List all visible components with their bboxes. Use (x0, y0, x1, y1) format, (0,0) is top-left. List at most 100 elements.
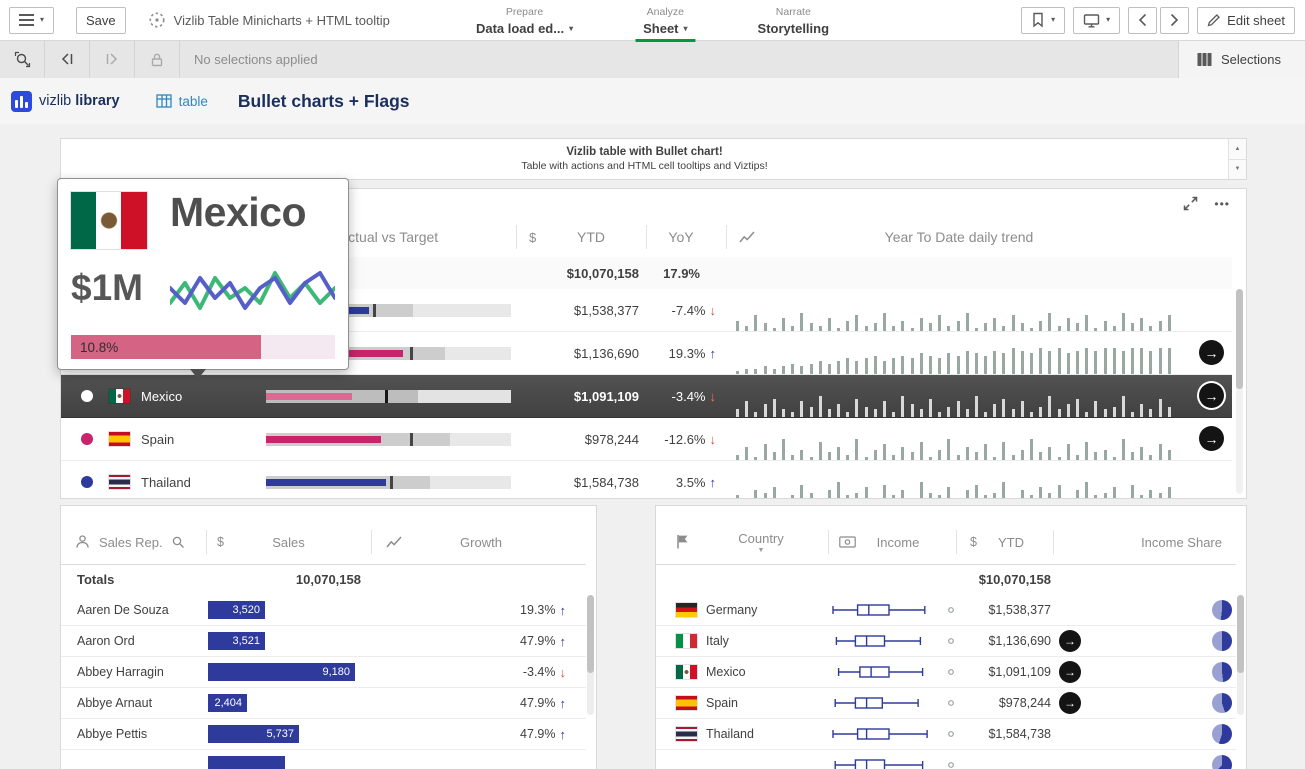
scrollbar-thumb[interactable] (1236, 289, 1243, 389)
yoy-down-arrow-icon: ↓ (710, 432, 717, 447)
scroll-up-icon[interactable]: ▲ (1229, 139, 1246, 160)
column-header-income-share[interactable]: Income Share (1056, 520, 1222, 564)
income-share-donut (1212, 631, 1232, 651)
yoy-value: 3.5%↑ (631, 461, 716, 498)
sales-rep-name: Abbye Arnaut (77, 688, 152, 718)
row-dot (81, 433, 93, 445)
column-header-trend[interactable]: Year To Date daily trend (726, 217, 1192, 257)
sales-rep-row[interactable]: Aaren De Souza3,52019.3%↑ (61, 595, 586, 626)
country-row[interactable]: Thailand$1,584,7383.5%↑ (61, 461, 1232, 498)
next-sheet-button[interactable] (1160, 7, 1189, 34)
lock-selections-icon[interactable] (135, 40, 180, 78)
step-forward-icon[interactable] (90, 40, 135, 78)
totals-ytd-value: $10,070,158 (946, 564, 1051, 595)
country-row[interactable]: Spain$978,244→ (656, 688, 1236, 719)
country-row[interactable]: Thailand$1,584,738 (656, 719, 1236, 750)
scrollbar-thumb[interactable] (587, 595, 594, 673)
column-header-sales[interactable]: Sales (206, 520, 371, 564)
selections-message: No selections applied (194, 52, 318, 67)
save-button[interactable]: Save (76, 7, 126, 34)
country-row[interactable]: Italy$1,136,690→ (656, 626, 1236, 657)
global-menu-button[interactable]: ▾ (9, 7, 54, 34)
tooltip-share-label: 10.8% (80, 335, 118, 359)
column-header-country[interactable]: Country ▼ (711, 520, 811, 564)
pencil-icon (1207, 13, 1221, 27)
previous-sheet-button[interactable] (1128, 7, 1157, 34)
app-icon (148, 11, 166, 29)
row-action-button[interactable]: → (1059, 630, 1081, 652)
sheet-title: Bullet charts + Flags (238, 91, 410, 112)
country-income-table-panel: Country ▼ Income $ YTD Income Share $10,… (655, 505, 1247, 769)
sales-bar: 3,521 (208, 632, 265, 650)
scrollbar-thumb[interactable] (1237, 595, 1244, 673)
row-action-button[interactable]: → (1199, 383, 1224, 408)
row-action-button[interactable]: → (1059, 661, 1081, 683)
column-header-yoy[interactable]: YoY (646, 217, 716, 257)
growth-up-arrow-icon: ↑ (560, 727, 567, 742)
sales-table-scrollbar[interactable] (587, 595, 594, 715)
caret-down-icon: ▾ (40, 16, 44, 24)
country-row[interactable]: Mexico$1,091,109-3.4%↓→ (61, 375, 1232, 418)
country-row[interactable]: Spain$978,244-12.6%↓→ (61, 418, 1232, 461)
scroll-down-icon[interactable]: ▼ (1229, 160, 1246, 180)
column-header-ytd[interactable]: YTD (966, 520, 1056, 564)
bookmarks-button[interactable]: ▾ (1021, 7, 1065, 34)
income-share-donut (1212, 724, 1232, 744)
sales-bar: 3,520 (208, 601, 265, 619)
sales-bar: 9,180 (208, 663, 355, 681)
app-identity[interactable]: Vizlib Table Minicharts + HTML tooltip (148, 11, 390, 29)
column-header-ytd[interactable]: YTD (541, 217, 641, 257)
selections-tool-button[interactable]: Selections (1178, 40, 1305, 78)
options-menu-icon[interactable]: ••• (1214, 197, 1230, 211)
country-name: Thailand (141, 461, 191, 498)
tooltip-pointer (190, 369, 206, 379)
income-table-totals-row: $10,070,158 (656, 564, 1236, 596)
row-action-button[interactable]: → (1199, 426, 1224, 451)
main-table-scrollbar[interactable] (1236, 289, 1243, 494)
edit-sheet-button[interactable]: Edit sheet (1197, 7, 1295, 34)
nav-narrate[interactable]: Narrate Storytelling (750, 0, 838, 42)
row-action-button[interactable]: → (1199, 340, 1224, 365)
fullscreen-expand-icon[interactable] (1183, 196, 1198, 211)
selections-tool-label: Selections (1221, 52, 1281, 67)
income-boxplot (829, 695, 957, 714)
sales-rep-row[interactable] (61, 750, 586, 769)
column-header-growth[interactable]: Growth (391, 520, 571, 564)
column-header-sales-rep[interactable]: Sales Rep. (99, 520, 163, 564)
nav-analyze[interactable]: Analyze Sheet▾ (635, 0, 695, 42)
step-back-icon[interactable] (45, 40, 90, 78)
bullet-chart (266, 476, 511, 489)
vizlib-library-brand[interactable]: vizlib library (11, 91, 120, 112)
qlik-sense-window: ▾ Save Vizlib Table Minicharts + HTML to… (0, 0, 1305, 769)
country-row[interactable]: Germany$1,538,377 (656, 595, 1236, 626)
thailand-flag-icon (676, 727, 697, 741)
sheets-button[interactable]: ▾ (1073, 7, 1120, 34)
trend-minichart (736, 289, 1171, 338)
column-header-income[interactable]: Income (828, 520, 968, 564)
nav-prepare[interactable]: Prepare Data load ed...▾ (468, 0, 581, 42)
sales-rep-name: Abbey Harragin (77, 657, 164, 687)
country-header-label: Country (738, 531, 784, 546)
row-action-button[interactable]: → (1059, 692, 1081, 714)
income-table-scrollbar[interactable] (1237, 595, 1244, 715)
sales-rep-row[interactable]: Aaron Ord3,52147.9%↑ (61, 626, 586, 657)
tab-table[interactable]: table (156, 94, 208, 109)
sales-rep-row[interactable]: Abbey Harragin9,180-3.4%↓ (61, 657, 586, 688)
column-divider (371, 530, 372, 554)
smart-search-icon[interactable] (0, 40, 45, 78)
person-icon (75, 534, 90, 549)
sort-descending-icon: ▼ (758, 547, 765, 554)
textbox-line1: Vizlib table with Bullet chart! (566, 146, 722, 158)
sales-rep-row[interactable]: Abbye Pettis5,73747.9%↑ (61, 719, 586, 750)
search-icon[interactable] (171, 535, 185, 549)
country-name: Mexico (706, 657, 746, 687)
selections-bar: No selections applied Selections (0, 40, 1305, 78)
sales-rep-row[interactable]: Abbye Arnaut2,40447.9%↑ (61, 688, 586, 719)
tab-table-label: table (179, 94, 208, 109)
country-row[interactable] (656, 750, 1236, 769)
nav-analyze-section-label: Analyze (647, 6, 684, 20)
row-dot (81, 390, 93, 402)
income-boxplot (829, 633, 957, 652)
country-name: Mexico (141, 375, 182, 417)
country-row[interactable]: Mexico$1,091,109→ (656, 657, 1236, 688)
